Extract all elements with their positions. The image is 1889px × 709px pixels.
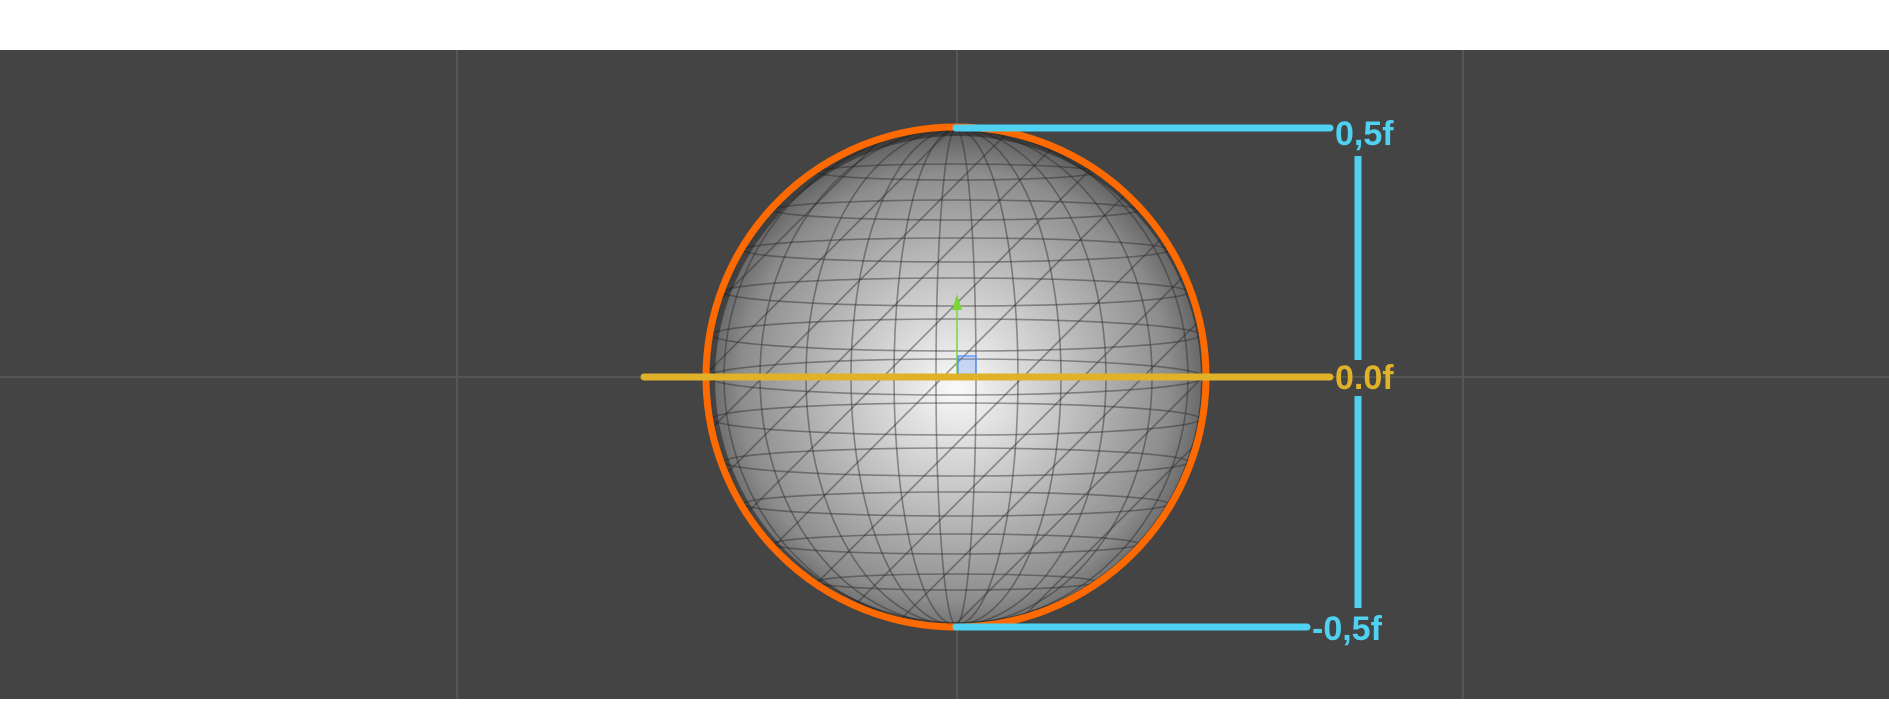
bottom-value-label: -0,5f bbox=[1312, 610, 1383, 648]
diagram-stage: 0,5f 0.0f -0,5f bbox=[0, 0, 1889, 709]
sphere-size-diagram: 0,5f 0.0f -0,5f bbox=[0, 50, 1889, 699]
top-value-label: 0,5f bbox=[1335, 115, 1394, 153]
center-value-label: 0.0f bbox=[1335, 359, 1394, 397]
